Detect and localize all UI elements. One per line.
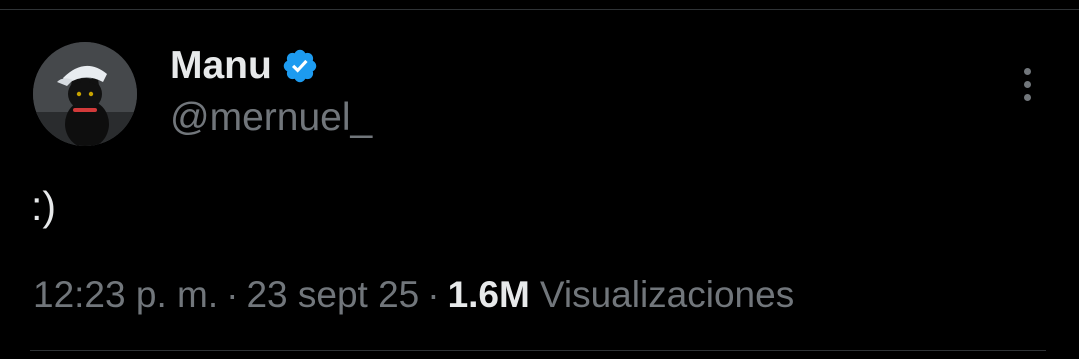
tweet-date[interactable]: 23 sept 25 xyxy=(246,274,419,316)
views-label[interactable]: Visualizaciones xyxy=(540,274,794,316)
avatar[interactable] xyxy=(33,42,137,146)
author-display-name[interactable]: Manu xyxy=(170,44,272,88)
meta-separator: · xyxy=(427,274,440,315)
avatar-cat-image xyxy=(33,42,137,146)
more-dot xyxy=(1023,80,1031,88)
verified-badge-icon[interactable] xyxy=(281,47,319,85)
views-count[interactable]: 1.6M xyxy=(448,274,530,316)
tweet-time[interactable]: 12:23 p. m. xyxy=(33,274,218,316)
top-divider xyxy=(0,9,1079,10)
tweet-meta: 12:23 p. m. · 23 sept 25 · 1.6M Visualiz… xyxy=(33,274,794,316)
more-dot xyxy=(1023,67,1031,75)
more-vertical-icon[interactable] xyxy=(1010,62,1044,106)
author-name-row[interactable]: Manu xyxy=(170,42,319,90)
author-handle[interactable]: @mernuel_ xyxy=(170,96,372,140)
meta-separator: · xyxy=(226,274,239,315)
bottom-divider xyxy=(30,350,1046,351)
tweet-text: :) xyxy=(31,183,57,229)
more-dot xyxy=(1023,93,1031,101)
